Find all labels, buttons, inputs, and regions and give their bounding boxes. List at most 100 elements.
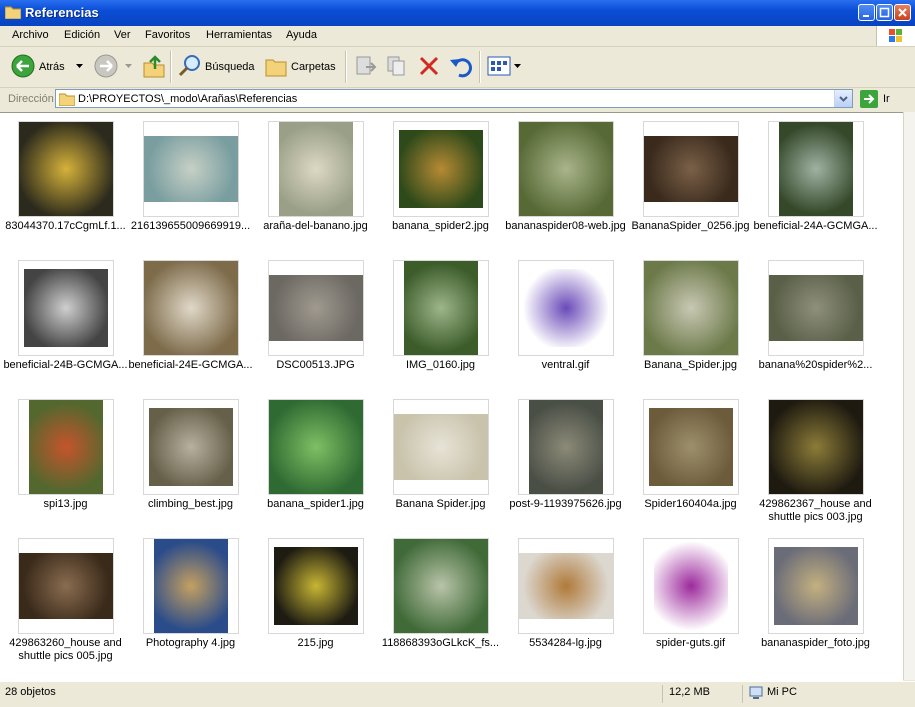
thumbnail-image — [399, 130, 483, 208]
thumbnail-frame — [393, 538, 489, 634]
file-item[interactable]: bananaspider_foto.jpg — [753, 533, 878, 672]
file-item[interactable]: beneficial-24A-GCMGA... — [753, 116, 878, 255]
status-size: 12,2 MB — [669, 686, 710, 698]
file-item[interactable]: beneficial-24E-GCMGA... — [128, 255, 253, 394]
delete-button[interactable] — [417, 53, 441, 81]
file-item[interactable]: post-9-1193975626.jpg — [503, 394, 628, 533]
file-name: araña-del-banano.jpg — [263, 220, 368, 232]
file-name: spider-guts.gif — [655, 637, 726, 649]
thumbnail-frame — [643, 399, 739, 495]
thumbnail-frame — [143, 538, 239, 634]
menu-herramientas[interactable]: Herramientas — [206, 29, 272, 41]
file-item[interactable]: 5534284-lg.jpg — [503, 533, 628, 672]
status-bar: 28 objetos 12,2 MB Mi PC — [0, 681, 915, 707]
file-name: Spider160404a.jpg — [644, 498, 737, 510]
file-item[interactable]: Banana Spider.jpg — [378, 394, 503, 533]
file-item[interactable]: DSC00513.JPG — [253, 255, 378, 394]
file-item[interactable]: 215.jpg — [253, 533, 378, 672]
thumbnail-image — [29, 400, 103, 494]
file-item[interactable]: banana%20spider%2... — [753, 255, 878, 394]
go-button[interactable]: Ir — [860, 90, 910, 108]
thumbnail-image — [644, 136, 738, 202]
thumbnail-frame — [518, 260, 614, 356]
thumbnail-frame — [768, 260, 864, 356]
maximize-button[interactable] — [876, 4, 893, 21]
file-item[interactable]: araña-del-banano.jpg — [253, 116, 378, 255]
file-name: DSC00513.JPG — [276, 359, 355, 371]
file-item[interactable]: climbing_best.jpg — [128, 394, 253, 533]
menu-ayuda[interactable]: Ayuda — [286, 29, 317, 41]
folders-label: Carpetas — [291, 61, 336, 73]
thumbnail-image — [144, 261, 238, 355]
window-title: Referencias — [25, 5, 99, 20]
file-name: banana_spider1.jpg — [267, 498, 364, 510]
file-item[interactable]: banana_spider2.jpg — [378, 116, 503, 255]
move-to-button[interactable] — [354, 53, 378, 81]
back-button[interactable]: Atrás — [10, 53, 85, 81]
file-item[interactable]: 118868393oGLkcK_fs... — [378, 533, 503, 672]
thumbnail-frame — [143, 399, 239, 495]
address-path: D:\PROYECTOS\_modo\Arañas\Referencias — [78, 93, 298, 105]
chevron-down-icon[interactable] — [76, 64, 83, 69]
thumbnail-image — [519, 553, 613, 619]
thumbnail-frame — [643, 121, 739, 217]
close-button[interactable] — [894, 4, 911, 21]
file-item[interactable]: Photography 4.jpg — [128, 533, 253, 672]
thumbnail-image — [519, 122, 613, 216]
file-item[interactable]: 216139655009669919... — [128, 116, 253, 255]
file-item[interactable]: bananaspider08-web.jpg — [503, 116, 628, 255]
file-item[interactable]: banana_spider1.jpg — [253, 394, 378, 533]
minimize-button[interactable] — [858, 4, 875, 21]
file-name: beneficial-24E-GCMGA... — [128, 359, 253, 371]
file-name: Banana_Spider.jpg — [644, 359, 737, 371]
file-item[interactable]: spi13.jpg — [3, 394, 128, 533]
menu-favoritos[interactable]: Favoritos — [145, 29, 190, 41]
toolbar-separator — [170, 51, 172, 83]
copy-to-button[interactable] — [385, 53, 409, 81]
search-button[interactable]: Búsqueda — [177, 53, 255, 81]
title-bar[interactable]: Referencias — [0, 0, 915, 26]
thumbnail-image — [269, 275, 363, 341]
thumbnail-frame — [768, 121, 864, 217]
thumbnail-image — [269, 400, 363, 494]
thumbnail-frame — [18, 260, 114, 356]
file-item[interactable]: beneficial-24B-GCMGA... — [3, 255, 128, 394]
status-location-cell: Mi PC — [742, 685, 913, 703]
address-dropdown-button[interactable] — [834, 90, 852, 107]
up-folder-button[interactable] — [142, 53, 168, 81]
thumbnail-frame — [518, 399, 614, 495]
file-item[interactable]: BananaSpider_0256.jpg — [628, 116, 753, 255]
file-name: 216139655009669919... — [130, 220, 251, 232]
undo-button[interactable] — [448, 53, 474, 81]
file-name: bananaspider_foto.jpg — [761, 637, 870, 649]
file-item[interactable]: ventral.gif — [503, 255, 628, 394]
menu-archivo[interactable]: Archivo — [12, 29, 49, 41]
vertical-scrollbar[interactable] — [903, 112, 915, 680]
menu-ver[interactable]: Ver — [114, 29, 131, 41]
delete-icon — [419, 56, 439, 76]
address-field[interactable]: D:\PROYECTOS\_modo\Arañas\Referencias — [55, 89, 853, 108]
thumbnail-image — [649, 408, 733, 486]
thumbnail-image — [779, 122, 853, 216]
file-item[interactable]: 429862367_house and shuttle pics 003.jpg — [753, 394, 878, 533]
chevron-down-icon[interactable] — [125, 64, 132, 69]
file-name: IMG_0160.jpg — [405, 359, 476, 371]
file-item[interactable]: IMG_0160.jpg — [378, 255, 503, 394]
copy-to-icon — [387, 56, 405, 76]
file-item[interactable]: 429863260_house and shuttle pics 005.jpg — [3, 533, 128, 672]
thumbnail-image — [274, 547, 358, 625]
file-item[interactable]: Spider160404a.jpg — [628, 394, 753, 533]
chevron-down-icon[interactable] — [514, 64, 521, 69]
my-computer-icon — [749, 686, 763, 699]
forward-button[interactable] — [93, 53, 133, 81]
toolbar-separator — [345, 51, 347, 83]
folders-button[interactable]: Carpetas — [264, 53, 338, 81]
file-item[interactable]: 83044370.17cCgmLf.1... — [3, 116, 128, 255]
menu-edicion[interactable]: Edición — [64, 29, 100, 41]
views-button[interactable] — [486, 53, 522, 81]
thumbnail-image — [654, 539, 728, 633]
file-item[interactable]: Banana_Spider.jpg — [628, 255, 753, 394]
file-item[interactable]: spider-guts.gif — [628, 533, 753, 672]
file-view[interactable]: 83044370.17cCgmLf.1... 216139655009669919… — [0, 112, 903, 681]
thumbnail-frame — [393, 121, 489, 217]
